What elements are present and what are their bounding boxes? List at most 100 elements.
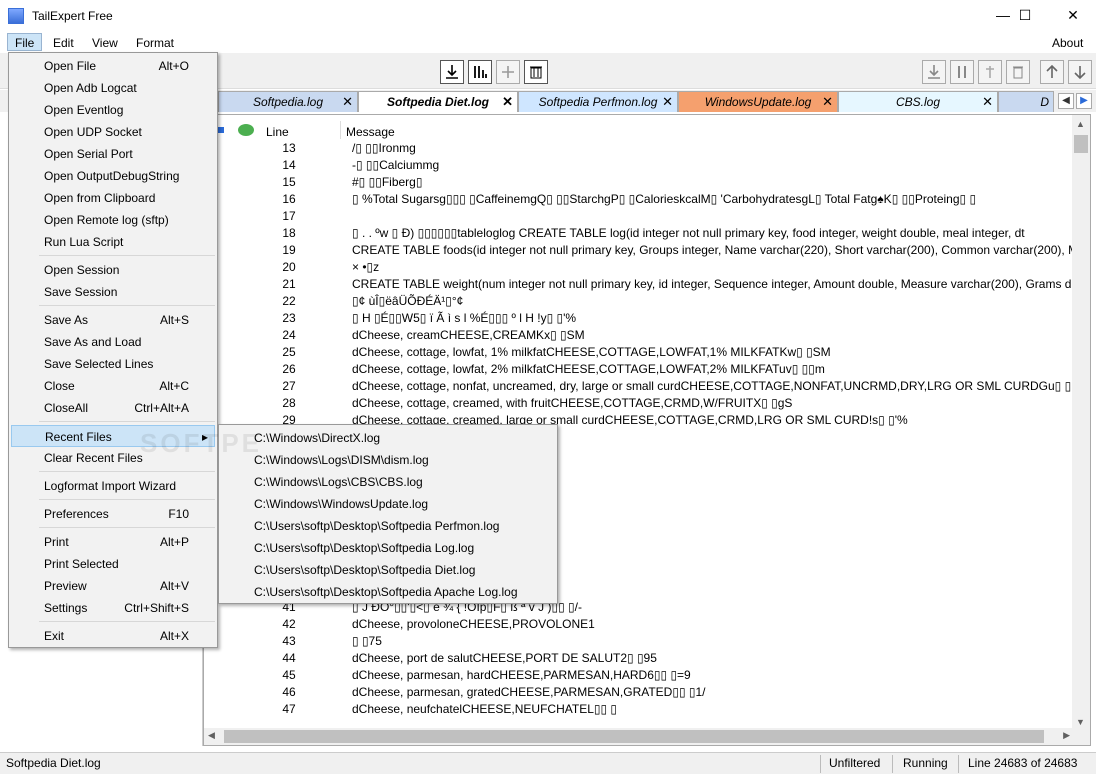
menu-format[interactable]: Format — [129, 34, 181, 52]
menu-item-label: Open UDP Socket — [44, 125, 142, 139]
menu-item-print[interactable]: Print Alt+P — [11, 531, 215, 553]
menu-item-open-udp-socket[interactable]: Open UDP Socket — [11, 121, 215, 143]
vertical-scrollbar[interactable]: ▲ ▼ — [1072, 115, 1090, 745]
scroll-right-icon[interactable]: ▶ — [1063, 730, 1070, 741]
menu-item-close[interactable]: Close Alt+C — [11, 375, 215, 397]
h-scroll-thumb[interactable] — [224, 730, 1044, 743]
menu-about[interactable]: About — [1045, 34, 1090, 52]
menu-separator — [39, 305, 215, 306]
menu-item-shortcut: Alt+V — [159, 579, 189, 593]
table-row[interactable]: 46 dCheese, parmesan, gratedCHEESE,PARMES… — [204, 685, 1072, 702]
bookmark-icon[interactable] — [978, 60, 1002, 84]
clear-icon[interactable] — [524, 60, 548, 84]
tab-cbs-log[interactable]: CBS.log ✕ — [838, 91, 998, 112]
menu-item-open-remote-log-sftp[interactable]: Open Remote log (sftp) — [11, 209, 215, 231]
menu-item-print-selected[interactable]: Print Selected — [11, 553, 215, 575]
table-row[interactable]: 27 dCheese, cottage, nonfat, uncreamed, d… — [204, 379, 1072, 396]
tab-close-icon[interactable]: ✕ — [342, 92, 353, 112]
table-row[interactable]: 22 ▯¢ ùÎ▯ëâÜÕÐÉÄ¹▯°¢ — [204, 294, 1072, 311]
table-row[interactable]: 19 CREATE TABLE foods(id integer not null… — [204, 243, 1072, 260]
tab-d-log[interactable]: D — [998, 91, 1054, 112]
column-line-header[interactable]: Line — [266, 125, 289, 139]
menu-item-save-selected-lines[interactable]: Save Selected Lines — [11, 353, 215, 375]
tab-close-icon[interactable]: ✕ — [662, 92, 673, 112]
menu-bar: File Edit View Format About — [0, 32, 1096, 52]
tab-scroll-left-icon[interactable]: ◀ — [1058, 93, 1074, 109]
trash-icon[interactable] — [1006, 60, 1030, 84]
maximize-button[interactable]: ☐ — [1002, 0, 1048, 32]
recent-file-item[interactable]: C:\Users\softp\Desktop\Softpedia Perfmon… — [254, 515, 499, 537]
table-row[interactable]: 24 dCheese, creamCHEESE,CREAMKx▯ ▯SM — [204, 328, 1072, 345]
pause-icon-right[interactable] — [950, 60, 974, 84]
menu-edit[interactable]: Edit — [46, 34, 81, 52]
log-message: dCheese, parmesan, gratedCHEESE,PARMESAN… — [352, 685, 706, 699]
table-row[interactable]: 18 ▯ . . ºw ▯ Ð) ▯▯▯▯▯▯tableloglog CREAT… — [204, 226, 1072, 243]
recent-file-item[interactable]: C:\Users\softp\Desktop\Softpedia Diet.lo… — [254, 559, 475, 581]
menu-item-preferences[interactable]: Preferences F10 — [11, 503, 215, 525]
menu-item-open-serial-port[interactable]: Open Serial Port — [11, 143, 215, 165]
scroll-up-icon[interactable]: ▲ — [1076, 119, 1085, 129]
menu-item-save-as-and-load[interactable]: Save As and Load — [11, 331, 215, 353]
menu-view[interactable]: View — [85, 34, 125, 52]
tab-close-icon[interactable]: ✕ — [982, 92, 993, 112]
menu-item-open-outputdebugstring[interactable]: Open OutputDebugString — [11, 165, 215, 187]
table-row[interactable]: 26 dCheese, cottage, lowfat, 2% milkfatCH… — [204, 362, 1072, 379]
menu-item-save-as[interactable]: Save As Alt+S — [11, 309, 215, 331]
split-icon[interactable] — [496, 60, 520, 84]
column-message-header[interactable]: Message — [346, 125, 395, 139]
menu-item-logformat-import-wizard[interactable]: Logformat Import Wizard — [11, 475, 215, 497]
menu-item-open-session[interactable]: Open Session — [11, 259, 215, 281]
menu-item-run-lua-script[interactable]: Run Lua Script — [11, 231, 215, 253]
menu-item-open-from-clipboard[interactable]: Open from Clipboard — [11, 187, 215, 209]
table-row[interactable]: 28 dCheese, cottage, creamed, with fruitC… — [204, 396, 1072, 413]
table-row[interactable]: 14 -▯ ▯▯Calciummg — [204, 158, 1072, 175]
scroll-to-end-icon-right[interactable] — [922, 60, 946, 84]
recent-file-item[interactable]: C:\Users\softp\Desktop\Softpedia Apache … — [254, 581, 518, 603]
menu-item-exit[interactable]: Exit Alt+X — [11, 625, 215, 647]
table-row[interactable]: 44 dCheese, port de salutCHEESE,PORT DE S… — [204, 651, 1072, 668]
table-row[interactable]: 45 dCheese, parmesan, hardCHEESE,PARMESAN… — [204, 668, 1072, 685]
tab-close-icon[interactable]: ✕ — [502, 92, 513, 112]
tab-softpedia-perfmon-log[interactable]: Softpedia Perfmon.log ✕ — [518, 91, 678, 112]
menu-item-settings[interactable]: Settings Ctrl+Shift+S — [11, 597, 215, 619]
table-row[interactable]: 25 dCheese, cottage, lowfat, 1% milkfatCH… — [204, 345, 1072, 362]
tab-softpedia-diet-log[interactable]: Softpedia Diet.log ✕ — [358, 91, 518, 112]
scroll-down-icon[interactable]: ▼ — [1076, 717, 1085, 727]
menu-item-open-eventlog[interactable]: Open Eventlog — [11, 99, 215, 121]
table-row[interactable]: 47 dCheese, neufchatelCHEESE,NEUFCHATEL▯▯… — [204, 702, 1072, 719]
arrow-up-icon[interactable] — [1040, 60, 1064, 84]
recent-file-item[interactable]: C:\Users\softp\Desktop\Softpedia Log.log — [254, 537, 474, 559]
log-message: dCheese, cottage, lowfat, 2% milkfatCHEE… — [352, 362, 825, 376]
table-row[interactable]: 16 ▯ %Total Sugarsg▯▯▯ ▯CaffeinemgQ▯ ▯▯St… — [204, 192, 1072, 209]
recent-file-item[interactable]: C:\Windows\Logs\CBS\CBS.log — [254, 471, 423, 493]
arrow-down-icon[interactable] — [1068, 60, 1092, 84]
menu-item-open-file[interactable]: Open File Alt+O — [11, 55, 215, 77]
menu-item-preview[interactable]: Preview Alt+V — [11, 575, 215, 597]
scroll-left-icon[interactable]: ◀ — [208, 730, 215, 741]
table-row[interactable]: 17 — [204, 209, 1072, 226]
table-row[interactable]: 21 CREATE TABLE weight(num integer not nu… — [204, 277, 1072, 294]
horizontal-scrollbar[interactable]: ◀ ▶ — [204, 728, 1074, 745]
recent-file-item[interactable]: C:\Windows\Logs\DISM\dism.log — [254, 449, 429, 471]
table-row[interactable]: 42 dCheese, provoloneCHEESE,PROVOLONE1 — [204, 617, 1072, 634]
recent-file-item[interactable]: C:\Windows\DirectX.log — [254, 427, 380, 449]
menu-file[interactable]: File — [7, 33, 43, 51]
menu-item-closeall[interactable]: CloseAll Ctrl+Alt+A — [11, 397, 215, 419]
log-message: ▯¢ ùÎ▯ëâÜÕÐÉÄ¹▯°¢ — [352, 294, 464, 308]
pause-icon[interactable] — [468, 60, 492, 84]
scroll-to-end-icon[interactable] — [440, 60, 464, 84]
scroll-thumb[interactable] — [1074, 135, 1088, 153]
tab-windowsupdate-log[interactable]: WindowsUpdate.log ✕ — [678, 91, 838, 112]
tab-scroll-right-icon[interactable]: ▶ — [1076, 93, 1092, 109]
table-row[interactable]: 23 ▯ H ▯É▯▯W5▯ ï Ã ì s l %É▯▯▯ º l H !y▯… — [204, 311, 1072, 328]
table-row[interactable]: 15 #▯ ▯▯Fiberg▯ — [204, 175, 1072, 192]
table-row[interactable]: 13 /▯ ▯▯Ironmg — [204, 141, 1072, 158]
menu-item-open-adb-logcat[interactable]: Open Adb Logcat — [11, 77, 215, 99]
tab-softpedia-log[interactable]: Softpedia.log ✕ — [218, 91, 358, 112]
menu-item-save-session[interactable]: Save Session — [11, 281, 215, 303]
recent-file-item[interactable]: C:\Windows\WindowsUpdate.log — [254, 493, 428, 515]
tab-close-icon[interactable]: ✕ — [822, 92, 833, 112]
table-row[interactable]: 20 × •▯z — [204, 260, 1072, 277]
close-window-button[interactable]: ✕ — [1050, 0, 1096, 32]
table-row[interactable]: 43 ▯ ▯75 — [204, 634, 1072, 651]
